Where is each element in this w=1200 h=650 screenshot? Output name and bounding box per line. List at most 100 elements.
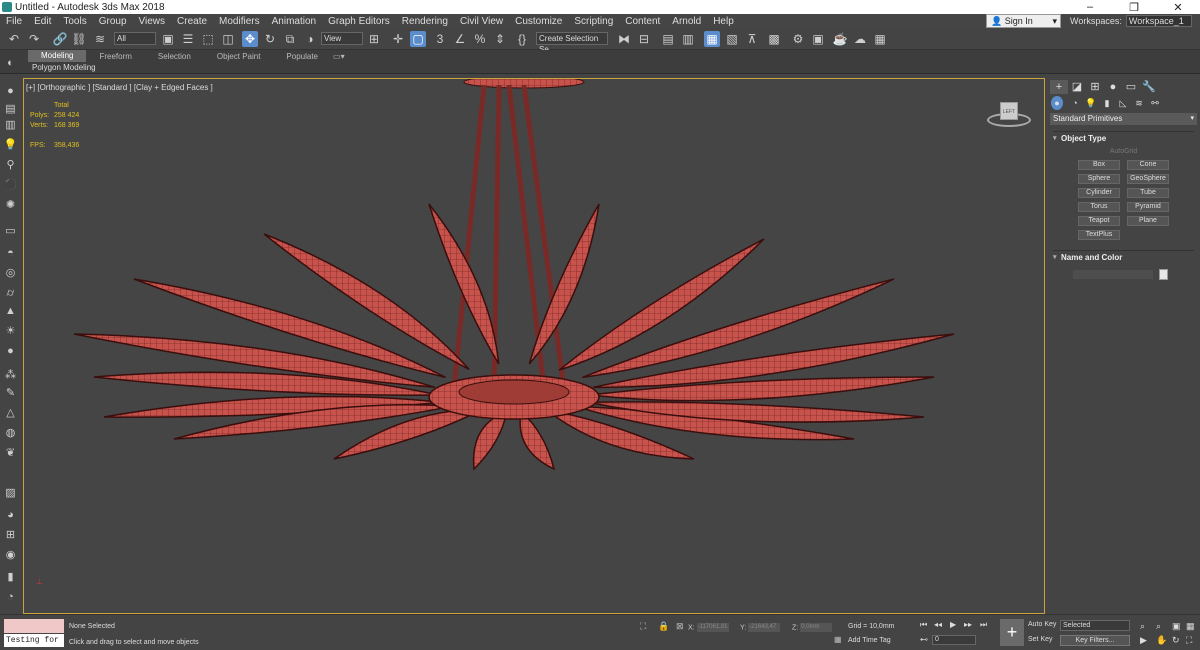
maximize-button[interactable]: ❐ <box>1112 1 1156 14</box>
menu-arnold[interactable]: Arnold <box>666 16 707 27</box>
lights-icon[interactable]: 💡 <box>1083 96 1099 110</box>
pyramid-icon[interactable]: △ <box>3 406 18 421</box>
tab-selection[interactable]: Selection <box>145 52 204 61</box>
y-field[interactable]: -21643,47 <box>748 623 781 632</box>
menu-customize[interactable]: Customize <box>509 16 568 27</box>
plane-button[interactable]: Plane <box>1127 216 1169 226</box>
minimize-button[interactable]: – <box>1068 1 1112 13</box>
render-production-icon[interactable]: ☕ <box>832 31 848 47</box>
current-frame-field[interactable]: 0 <box>932 635 976 645</box>
select-by-name-icon[interactable]: ☰ <box>180 31 196 47</box>
mirror-icon[interactable]: ⧓ <box>616 31 632 47</box>
zoom-extents-all-icon[interactable]: ▦ <box>1186 621 1195 632</box>
menu-edit[interactable]: Edit <box>28 16 57 27</box>
selection-region-icon[interactable]: ⬚ <box>200 31 216 47</box>
pivot-center-icon[interactable]: ⊞ <box>366 31 382 47</box>
maxscript-listener-input[interactable] <box>4 619 64 633</box>
material-editor-icon[interactable]: ▩ <box>766 31 782 47</box>
primitive-category-dropdown[interactable]: Standard Primitives ▾ <box>1050 113 1197 125</box>
object-name-field[interactable] <box>1073 270 1153 279</box>
plane-icon[interactable]: ▭ <box>3 224 18 239</box>
align-icon[interactable]: ⊟ <box>636 31 652 47</box>
rendered-frame-window-icon[interactable]: ▣ <box>810 31 826 47</box>
a360-gallery-icon[interactable]: ▦ <box>872 31 888 47</box>
menu-group[interactable]: Group <box>93 16 133 27</box>
leaf-icon[interactable]: ❦ <box>3 446 18 461</box>
set-key-button[interactable]: Set Key <box>1028 636 1053 643</box>
zoom-icon[interactable]: ⌕ <box>1140 621 1145 632</box>
keyboard-shortcut-icon[interactable]: ▢ <box>410 31 426 47</box>
cone-button[interactable]: Cone <box>1127 160 1169 170</box>
object-type-title[interactable]: Object Type <box>1053 132 1194 146</box>
select-and-scale-icon[interactable]: ⧉ <box>282 31 298 47</box>
key-filters-button[interactable]: Key Filters... <box>1060 635 1130 646</box>
curve-editor-icon[interactable]: ▧ <box>724 31 740 47</box>
named-selection-sets-dropdown[interactable]: Create Selection Se <box>536 32 608 54</box>
place-icon[interactable]: ◑ <box>302 31 318 47</box>
utilities-icon[interactable]: ◔ <box>3 590 18 605</box>
box-button[interactable]: Box <box>1078 160 1120 170</box>
sphere-button[interactable]: Sphere <box>1078 174 1120 184</box>
render-setup-icon[interactable]: ⚙ <box>790 31 806 47</box>
scene-explorer-icon[interactable]: ▤ <box>660 31 676 47</box>
chandelier-model[interactable] <box>24 79 1045 614</box>
render-icon[interactable]: ◉ <box>3 548 18 563</box>
zoom-extents-icon[interactable]: ▣ <box>1172 621 1181 632</box>
cylinder-icon[interactable]: ⌭ <box>3 286 18 301</box>
spinner-snap-icon[interactable]: ⇕ <box>492 31 508 47</box>
isolate-icon[interactable]: ⛶ <box>640 621 646 632</box>
menu-views[interactable]: Views <box>133 16 172 27</box>
teapot-button[interactable]: Teapot <box>1078 216 1120 226</box>
key-mode-icon[interactable]: ⊷ <box>920 635 928 644</box>
list-icon[interactable]: ▥ <box>3 118 18 133</box>
percent-snap-icon[interactable]: % <box>472 31 488 47</box>
render-in-cloud-icon[interactable]: ☁ <box>852 31 868 47</box>
layer-explorer-icon[interactable]: ▥ <box>680 31 696 47</box>
tab-object-paint[interactable]: Object Paint <box>204 52 274 61</box>
scene-explorer-side-icon[interactable]: ▤ <box>3 102 18 117</box>
menu-scripting[interactable]: Scripting <box>568 16 619 27</box>
shapes-icon[interactable]: ◔ <box>1067 96 1083 110</box>
globe-icon[interactable]: ◍ <box>3 426 18 441</box>
light-bulb-icon[interactable]: 💡 <box>3 138 18 153</box>
cone-icon[interactable]: ▲ <box>3 304 18 319</box>
particle-icon[interactable]: ⁂ <box>3 368 18 383</box>
pyramid-button[interactable]: Pyramid <box>1127 202 1169 212</box>
edit-named-selection-icon[interactable]: {} <box>514 31 530 47</box>
go-to-start-icon[interactable]: ⏮ <box>920 620 927 630</box>
x-field[interactable]: -117061,81 <box>696 623 729 632</box>
menu-modifiers[interactable]: Modifiers <box>213 16 266 27</box>
menu-tools[interactable]: Tools <box>57 16 92 27</box>
tube-button[interactable]: Tube <box>1127 188 1169 198</box>
snaps-toggle-icon[interactable]: 3 <box>432 31 448 47</box>
unlink-icon[interactable]: ⛓ <box>71 31 87 47</box>
close-button[interactable]: ✕ <box>1156 1 1200 14</box>
selection-filter-dropdown[interactable]: All <box>114 32 156 45</box>
modify-tab-icon[interactable]: ◪ <box>1068 80 1086 94</box>
menu-create[interactable]: Create <box>171 16 213 27</box>
sun-icon[interactable]: ☀ <box>3 324 18 339</box>
menu-animation[interactable]: Animation <box>266 16 322 27</box>
display-icon[interactable]: ▮ <box>3 570 18 585</box>
ribbon-panel-title[interactable]: Polygon Modeling <box>0 62 1200 74</box>
menu-file[interactable]: File <box>0 16 28 27</box>
pan-icon[interactable]: ✋ <box>1156 635 1167 646</box>
helpers-icon[interactable]: ◺ <box>1115 96 1131 110</box>
key-mode-dropdown[interactable]: Selected <box>1060 620 1130 631</box>
field-of-view-icon[interactable]: ▶ <box>1140 635 1147 646</box>
go-to-end-icon[interactable]: ⏭ <box>980 620 987 630</box>
angle-snap-icon[interactable]: ∠ <box>452 31 468 47</box>
link-icon[interactable]: 🔗 <box>52 31 68 47</box>
sphere-icon[interactable]: ● <box>3 84 18 99</box>
viewcube-face[interactable]: LEFT <box>1000 102 1018 120</box>
reference-coordinate-dropdown[interactable]: View <box>321 32 363 45</box>
previous-frame-icon[interactable]: ◂◂ <box>934 620 942 629</box>
viewcube[interactable]: LEFT <box>984 99 1034 139</box>
orbit-icon[interactable]: ↻ <box>1172 635 1180 646</box>
spacewarp-icon[interactable]: ✺ <box>3 198 18 213</box>
systems-icon[interactable]: ⚯ <box>1147 96 1163 110</box>
menu-civil-view[interactable]: Civil View <box>454 16 509 27</box>
maxscript-output[interactable]: Testing for : <box>4 634 64 650</box>
tab-freeform[interactable]: Freeform <box>86 52 144 61</box>
set-keys-icon[interactable]: + <box>1000 619 1024 646</box>
